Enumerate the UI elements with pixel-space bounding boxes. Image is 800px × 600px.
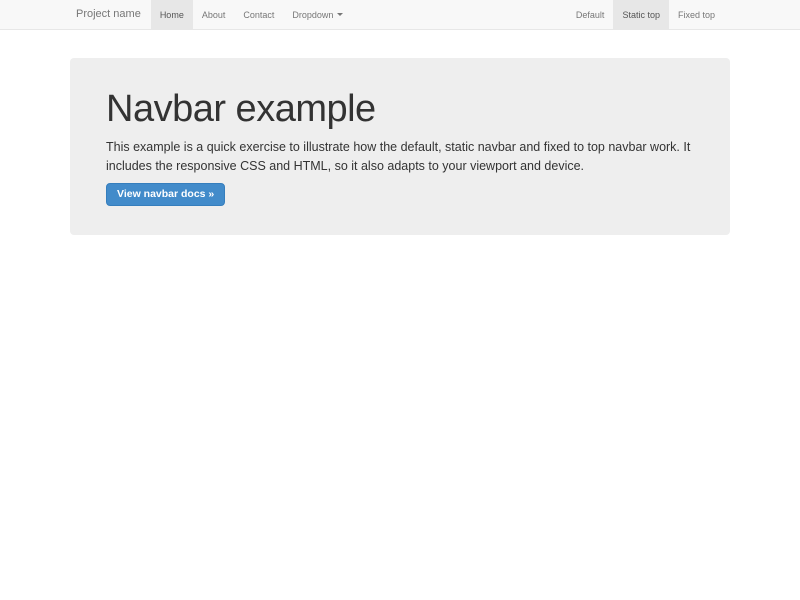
- navbar: Project name Home About Contact Dropdown…: [0, 0, 800, 30]
- nav-item-dropdown[interactable]: Dropdown: [283, 0, 352, 29]
- main-container: Navbar example This example is a quick e…: [70, 58, 730, 235]
- jumbotron: Navbar example This example is a quick e…: [70, 58, 730, 235]
- nav-item-fixed-top[interactable]: Fixed top: [669, 0, 724, 29]
- page-title: Navbar example: [106, 88, 694, 130]
- navbar-container: Project name Home About Contact Dropdown…: [76, 0, 724, 29]
- navbar-right-nav: Default Static top Fixed top: [567, 0, 724, 29]
- nav-item-static-top[interactable]: Static top: [613, 0, 669, 29]
- view-navbar-docs-button[interactable]: View navbar docs »: [106, 183, 225, 207]
- jumbotron-description: This example is a quick exercise to illu…: [106, 138, 694, 176]
- navbar-left-nav: Home About Contact Dropdown: [151, 0, 353, 29]
- navbar-brand[interactable]: Project name: [76, 0, 145, 29]
- dropdown-label: Dropdown: [292, 10, 333, 20]
- nav-item-about[interactable]: About: [193, 0, 235, 29]
- nav-item-contact[interactable]: Contact: [234, 0, 283, 29]
- nav-item-home[interactable]: Home: [151, 0, 193, 29]
- caret-down-icon: [337, 13, 343, 16]
- nav-item-default[interactable]: Default: [567, 0, 614, 29]
